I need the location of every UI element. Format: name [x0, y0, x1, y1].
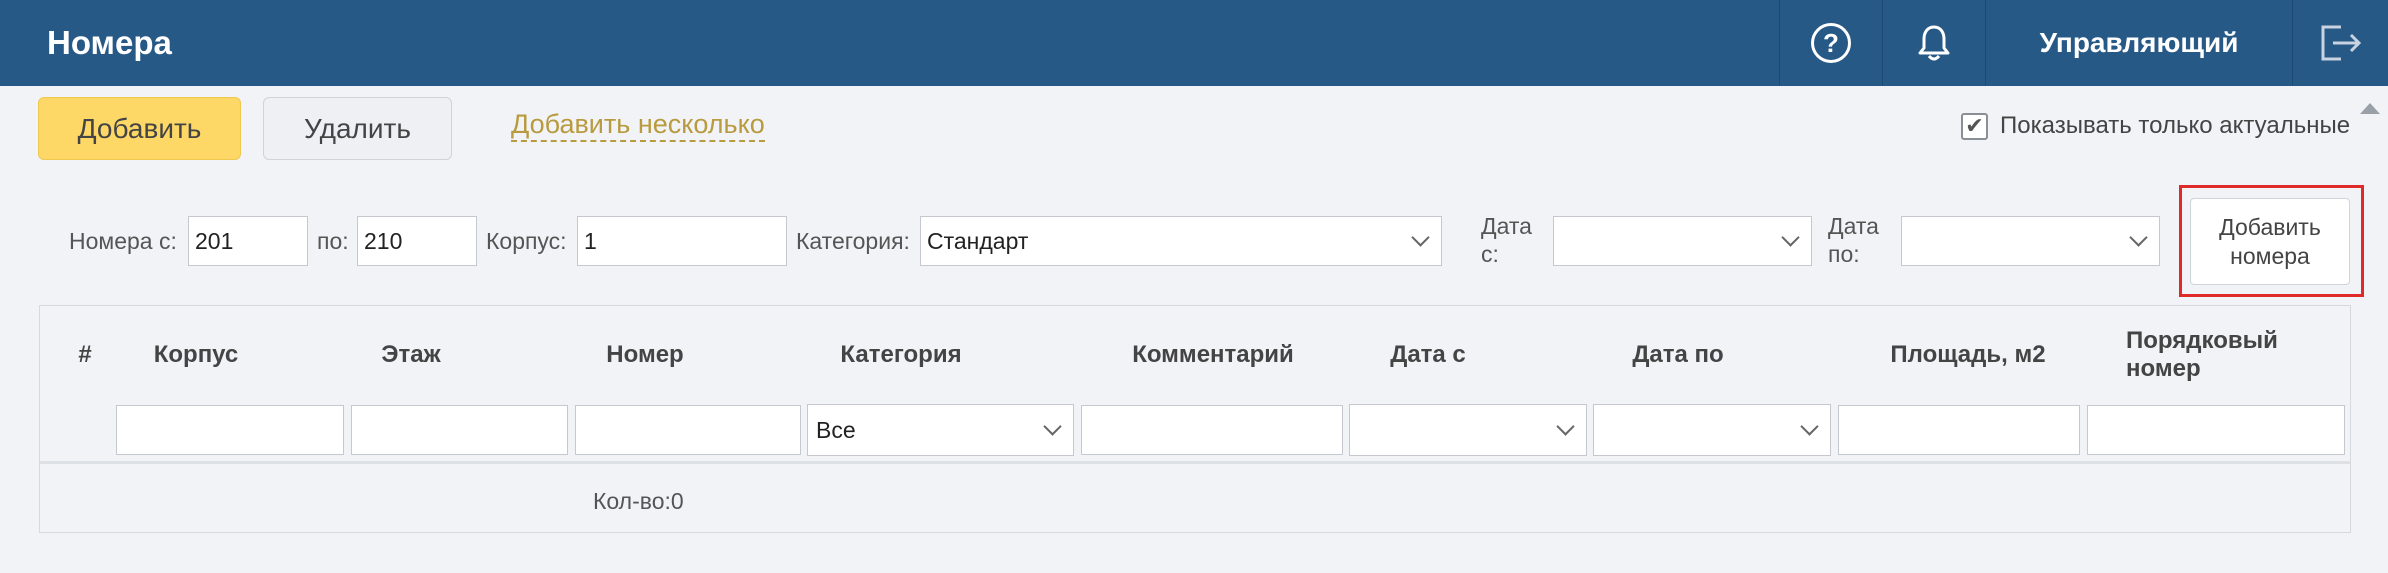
column-header-floor[interactable]: Этаж [341, 306, 481, 404]
column-header-date-to[interactable]: Дата по [1588, 306, 1768, 404]
delete-button[interactable]: Удалить [263, 97, 452, 160]
notifications-button[interactable] [1882, 0, 1985, 86]
add-button[interactable]: Добавить [38, 97, 241, 160]
help-button[interactable]: ? [1779, 0, 1882, 86]
only-actual-toggle[interactable]: ✔ Показывать только актуальные [1961, 112, 2350, 140]
only-actual-checkbox[interactable]: ✔ [1961, 112, 1988, 140]
category-label: Категория: [796, 228, 910, 254]
scroll-up-arrow-icon[interactable] [2360, 103, 2380, 114]
filter-area-input[interactable] [1838, 405, 2080, 455]
only-actual-label: Показывать только актуальные [2000, 112, 2351, 139]
filter-category-select[interactable]: Все [807, 404, 1074, 456]
chevron-down-icon [1411, 228, 1430, 247]
date-from-label-line2: с: [1481, 241, 1499, 267]
column-header-room[interactable]: Номер [575, 306, 715, 404]
chevron-down-icon [1043, 417, 1062, 436]
date-from-label: Дата с: [1481, 212, 1532, 268]
column-header-building[interactable]: Корпус [116, 306, 276, 404]
column-header-category[interactable]: Категория [806, 306, 996, 404]
filter-date-to-select[interactable] [1593, 404, 1831, 456]
app-header: Номера ? Управляющий [0, 0, 2388, 86]
date-to-label: Дата по: [1828, 212, 1879, 268]
building-input[interactable]: 1 [577, 216, 787, 266]
table-header-divider [40, 461, 2350, 464]
date-to-label-line1: Дата [1828, 213, 1879, 239]
rooms-to-label: по: [317, 228, 349, 254]
filter-room-input[interactable] [575, 405, 801, 455]
column-header-order-number[interactable]: Порядковый номер [2126, 306, 2326, 404]
column-header-date-from[interactable]: Дата с [1348, 306, 1508, 404]
add-rooms-button[interactable]: Добавить номера [2190, 198, 2350, 285]
rooms-table: # Корпус Этаж Номер Категория Комментари… [39, 305, 2351, 533]
add-rooms-label-line2: номера [2230, 242, 2310, 269]
order-number-line1: Порядковый [2126, 327, 2278, 354]
filter-building-input[interactable] [116, 405, 344, 455]
chevron-down-icon [2129, 228, 2148, 247]
add-many-link[interactable]: Добавить несколько [511, 108, 765, 142]
date-to-select[interactable] [1901, 216, 2160, 266]
chevron-down-icon [1800, 417, 1819, 436]
chevron-down-icon [1781, 228, 1800, 247]
user-menu[interactable]: Управляющий [1985, 0, 2292, 86]
page-title: Номера [47, 24, 172, 61]
order-number-line2: номер [2126, 355, 2201, 382]
checkmark-icon: ✔ [1965, 113, 1984, 138]
column-header-area[interactable]: Площадь, м2 [1858, 306, 2078, 404]
filter-date-from-select[interactable] [1349, 404, 1587, 456]
rooms-from-input[interactable]: 201 [188, 216, 308, 266]
chevron-down-icon [1556, 417, 1575, 436]
category-select[interactable]: Стандарт [920, 216, 1442, 266]
date-from-label-line1: Дата [1481, 213, 1532, 239]
column-header-index[interactable]: # [70, 306, 100, 404]
filter-comment-input[interactable] [1081, 405, 1343, 455]
date-to-label-line2: по: [1828, 241, 1860, 267]
column-header-comment[interactable]: Комментарий [1098, 306, 1328, 404]
rooms-to-input[interactable]: 210 [357, 216, 477, 266]
date-from-select[interactable] [1553, 216, 1812, 266]
filter-floor-input[interactable] [351, 405, 568, 455]
filter-category-value: Все [816, 417, 856, 443]
logout-icon [2321, 25, 2361, 61]
row-count: Кол-во:0 [593, 488, 684, 514]
category-select-value: Стандарт [927, 228, 1029, 254]
add-rooms-label-line1: Добавить [2219, 213, 2321, 240]
filter-order-number-input[interactable] [2087, 405, 2345, 455]
bell-icon [1918, 25, 1950, 61]
logout-button[interactable] [2292, 0, 2388, 86]
help-icon: ? [1811, 23, 1851, 63]
building-label: Корпус: [486, 228, 567, 254]
rooms-from-label: Номера с: [69, 228, 177, 254]
